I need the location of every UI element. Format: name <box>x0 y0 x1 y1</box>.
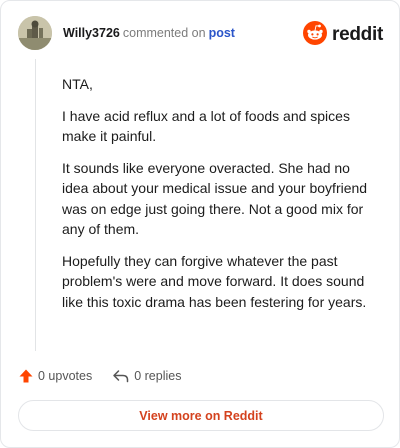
embedded-comment-card: Willy3726 commented on post reddit NTA, … <box>0 0 400 448</box>
post-link[interactable]: post <box>209 26 235 40</box>
comment-byline: Willy3726 commented on post <box>63 26 235 40</box>
username[interactable]: Willy3726 <box>63 26 120 40</box>
comment-body: NTA, I have acid reflux and a lot of foo… <box>62 74 377 323</box>
reddit-wordmark: reddit <box>332 24 383 45</box>
commented-on-text: commented on <box>122 26 206 40</box>
comment-actions: 0 upvotes 0 replies <box>18 366 181 386</box>
comment-header: Willy3726 commented on post reddit <box>18 16 383 52</box>
reddit-brand[interactable]: reddit <box>303 20 383 50</box>
upvote-button[interactable]: 0 upvotes <box>18 368 92 384</box>
user-avatar[interactable] <box>18 16 52 50</box>
comment-paragraph: I have acid reflux and a lot of foods an… <box>62 107 350 145</box>
upvote-arrow-icon <box>18 368 34 384</box>
reply-count: 0 replies <box>134 369 182 383</box>
view-more-on-reddit-button[interactable]: View more on Reddit <box>18 400 384 431</box>
reply-arrow-icon <box>112 368 130 384</box>
comment-paragraph: It sounds like everyone overacted. She h… <box>62 159 368 238</box>
reddit-logo-icon <box>303 20 328 50</box>
replies-button[interactable]: 0 replies <box>112 368 181 384</box>
thread-line <box>35 59 36 351</box>
comment-paragraph: NTA, <box>62 76 93 92</box>
upvote-count: 0 upvotes <box>38 369 93 383</box>
comment-paragraph: Hopefully they can forgive whatever the … <box>62 252 367 310</box>
